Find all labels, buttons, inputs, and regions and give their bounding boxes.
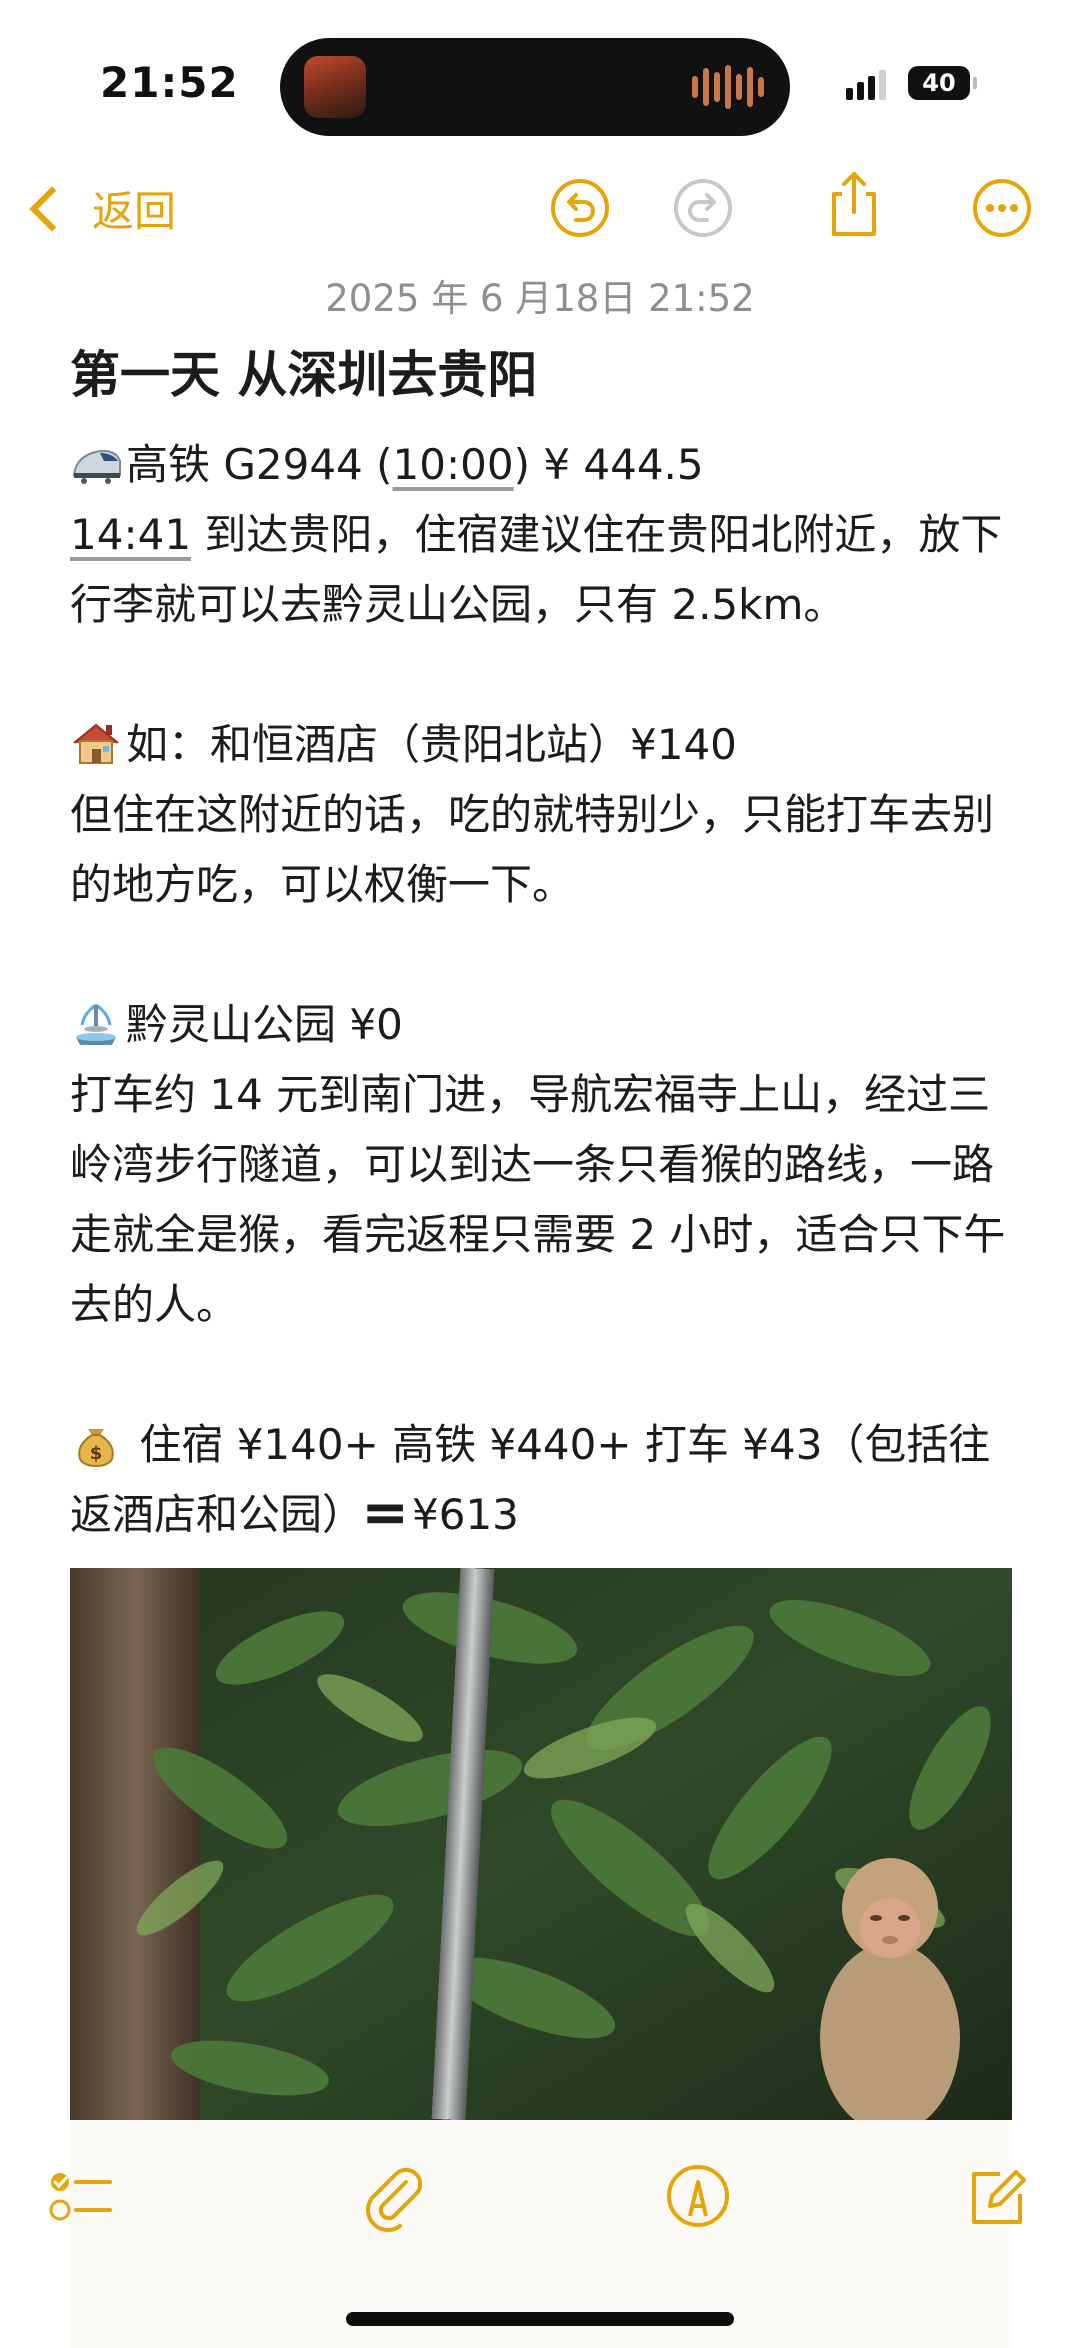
battery-icon: 40 bbox=[908, 66, 977, 100]
hotel-line: 如：和恒酒店（贵阳北站）¥140 bbox=[70, 710, 1020, 780]
attachment-paperclip-icon[interactable] bbox=[356, 2160, 428, 2232]
train-time-link[interactable]: 10:00 bbox=[393, 440, 514, 489]
house-icon bbox=[73, 723, 119, 764]
hotel-description: 但住在这附近的话，吃的就特别少，只能打车去别的地方吃，可以权衡一下。 bbox=[70, 790, 995, 909]
note-title: 第一天 从深圳去贵阳 bbox=[70, 346, 538, 404]
park-line: 黔灵山公园 ¥0 bbox=[70, 990, 1020, 1060]
bottom-toolbar bbox=[0, 2160, 1080, 2240]
svg-text:$: $ bbox=[90, 1443, 103, 1464]
now-playing-artwork bbox=[304, 56, 366, 118]
audio-waveform-icon bbox=[692, 64, 764, 110]
park-description: 打车约 14 元到南门进，导航宏福寺上山，经过三岭湾步行隧道，可以到达一条只看猴… bbox=[70, 1070, 1006, 1329]
dynamic-island[interactable] bbox=[280, 38, 790, 136]
chevron-left-icon bbox=[29, 185, 75, 232]
nav-bar: 返回 bbox=[0, 168, 1080, 256]
back-button[interactable]: 返回 bbox=[20, 178, 176, 239]
money-bag-icon: $ bbox=[78, 1429, 114, 1467]
fountain-icon bbox=[76, 1003, 116, 1045]
monkey-photo bbox=[70, 1568, 1012, 2120]
battery-percent: 40 bbox=[922, 69, 956, 97]
markup-pen-icon[interactable] bbox=[662, 2160, 734, 2232]
bullet-train-icon bbox=[72, 449, 121, 484]
cellular-signal-icon bbox=[846, 70, 886, 100]
checklist-icon[interactable] bbox=[46, 2160, 118, 2232]
share-icon[interactable] bbox=[822, 168, 886, 240]
home-indicator[interactable] bbox=[346, 2312, 734, 2326]
redo-icon[interactable] bbox=[671, 176, 735, 240]
note-body[interactable]: 第一天 从深圳去贵阳 高铁 G2944 (10:00) ¥ 444.5 14:4… bbox=[70, 340, 1020, 1550]
arrival-paragraph: 14:41 到达贵阳，住宿建议住在贵阳北附近，放下行李就可以去黔灵山公园，只有 … bbox=[70, 510, 1003, 629]
train-line: 高铁 G2944 (10:00) ¥ 444.5 bbox=[70, 430, 1020, 500]
back-label: 返回 bbox=[92, 187, 177, 236]
equals-icon bbox=[367, 1504, 403, 1524]
undo-icon[interactable] bbox=[548, 176, 612, 240]
arrival-time-link[interactable]: 14:41 bbox=[70, 510, 191, 559]
cost-summary: $ 住宿 ¥140+ 高铁 ¥440+ 打车 ¥43（包括往返酒店和公园） ¥6… bbox=[70, 1420, 991, 1539]
status-time: 21:52 bbox=[100, 58, 239, 107]
compose-new-note-icon[interactable] bbox=[960, 2160, 1032, 2232]
more-options-icon[interactable] bbox=[970, 176, 1034, 240]
note-photo[interactable] bbox=[70, 1568, 1012, 2120]
note-timestamp: 2025 年 6 月18日 21:52 bbox=[325, 277, 755, 320]
